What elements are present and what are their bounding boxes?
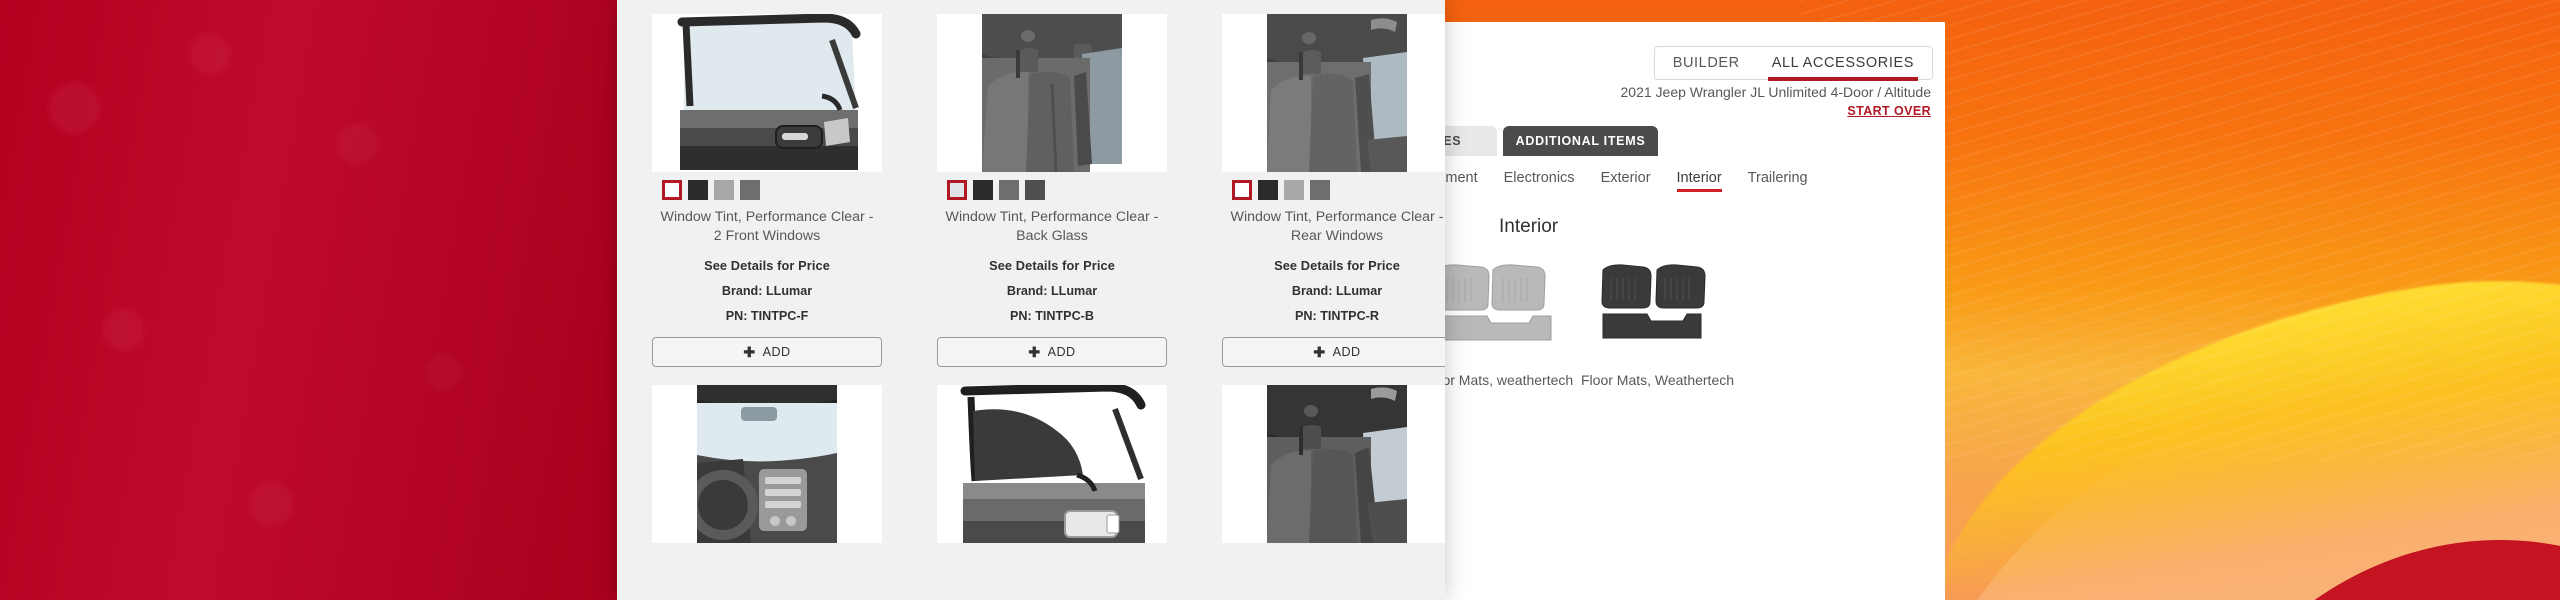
category-interior[interactable]: Interior — [1676, 170, 1722, 192]
plus-icon: ✚ — [743, 343, 756, 360]
plus-icon: ✚ — [1028, 343, 1041, 360]
product-card[interactable]: ✚ ADD — [639, 385, 895, 600]
builder-segment-row: ACCESSORIES ADDITIONAL ITEMS — [1445, 120, 1945, 164]
mat-card-dark-label: Floor Mats, Weathertech — [1581, 372, 1735, 388]
category-exterior-label: Exterior — [1600, 170, 1651, 186]
product-card[interactable]: ✚ ADD — [924, 385, 1180, 600]
color-swatches[interactable] — [1222, 180, 1445, 200]
product-card[interactable]: Window Tint, Performance Clear - Back Gl… — [924, 14, 1180, 368]
category-interior-label: Interior — [1676, 170, 1722, 186]
mat-card-light[interactable]: Floor Mats, weathertech — [1445, 254, 1574, 388]
mat-card-light-label: Floor Mats, weathertech — [1445, 372, 1574, 388]
product-price: See Details for Price — [989, 258, 1115, 274]
swatch-dark[interactable] — [1258, 180, 1278, 200]
rear-seat-back-glass-photo — [937, 14, 1167, 172]
front-door-window-photo — [652, 14, 882, 172]
swatch-medium-gray[interactable] — [740, 180, 760, 200]
swatch-charcoal[interactable] — [1025, 180, 1045, 200]
category-management[interactable]: Management — [1445, 170, 1478, 191]
vehicle-description: 2021 Jeep Wrangler JL Unlimited 4-Door /… — [1620, 84, 1932, 100]
product-card[interactable]: Window Tint, Performance Clear - Rear Wi… — [1209, 14, 1445, 368]
category-electronics[interactable]: Electronics — [1504, 170, 1575, 191]
segment-additional-items[interactable]: ADDITIONAL ITEMS — [1503, 126, 1658, 156]
category-management-label: Management — [1445, 170, 1478, 186]
tab-builder[interactable]: BUILDER — [1657, 47, 1756, 79]
add-button[interactable]: ✚ ADD — [937, 337, 1167, 368]
swatch-light-gray[interactable] — [714, 180, 734, 200]
product-brand: Brand: LLumar — [1006, 284, 1098, 299]
product-brand: Brand: LLumar — [721, 284, 813, 299]
swatch-selected[interactable] — [662, 180, 682, 200]
plus-icon: ✚ — [1313, 343, 1326, 360]
product-title: Window Tint, Performance Clear - Rear Wi… — [1230, 209, 1444, 244]
product-part-number: PN: TINTPC-R — [1295, 309, 1379, 324]
mat-card-dark[interactable]: Floor Mats, Weathertech — [1581, 254, 1735, 388]
tinted-front-window-photo — [937, 385, 1167, 544]
tab-builder-label: BUILDER — [1672, 55, 1740, 71]
product-card[interactable]: Window Tint, Performance Clear - 2 Front… — [639, 14, 895, 368]
swatch-dark[interactable] — [973, 180, 993, 200]
add-button-label: ADD — [1332, 345, 1361, 360]
section-title-interior: Interior — [1499, 216, 1559, 237]
category-trailering-label: Trailering — [1747, 170, 1808, 186]
rear-cabin-windows-photo — [1222, 14, 1445, 172]
product-card[interactable]: ✚ ADD — [1209, 385, 1445, 600]
color-swatches[interactable] — [937, 180, 1167, 200]
product-part-number: PN: TINTPC-B — [1010, 309, 1094, 324]
swatch-light-gray[interactable] — [1284, 180, 1304, 200]
segment-additional-items-label: ADDITIONAL ITEMS — [1515, 134, 1646, 148]
tab-all-accessories-label: ALL ACCESSORIES — [1771, 55, 1914, 71]
swatch-medium-gray[interactable] — [999, 180, 1019, 200]
dark-cabin-interior-photo — [1222, 385, 1445, 544]
gray-floor-mats-photo — [1445, 254, 1563, 346]
product-grid: Window Tint, Performance Clear - 2 Front… — [639, 14, 1445, 600]
builder-header: BUILDER ALL ACCESSORIES 2021 Jeep Wrangl… — [1445, 22, 1945, 156]
swatch-medium-gray[interactable] — [1310, 180, 1330, 200]
start-over-link[interactable]: START OVER — [1847, 104, 1931, 118]
product-title: Window Tint, Performance Clear - 2 Front… — [660, 209, 874, 244]
site-background-red-pane — [0, 0, 617, 600]
tab-all-accessories[interactable]: ALL ACCESSORIES — [1756, 47, 1930, 81]
segment-accessories[interactable]: ACCESSORIES — [1445, 126, 1497, 156]
segment-accessories-label: ACCESSORIES — [1445, 134, 1462, 148]
add-button[interactable]: ✚ ADD — [652, 337, 882, 368]
category-nav: Management Electronics Exterior Interior… — [1445, 170, 1893, 192]
add-button-label: ADD — [1047, 345, 1076, 360]
product-part-number: PN: TINTPC-F — [725, 309, 809, 324]
category-electronics-label: Electronics — [1503, 170, 1575, 186]
accessory-builder-page: BUILDER ALL ACCESSORIES 2021 Jeep Wrangl… — [1445, 22, 1945, 600]
product-brand: Brand: LLumar — [1291, 284, 1383, 299]
swatch-selected[interactable] — [947, 180, 967, 200]
accessory-results-overlay: Window Tint, Performance Clear - 2 Front… — [617, 0, 1445, 600]
black-floor-mats-photo — [1581, 254, 1721, 346]
product-price: See Details for Price — [1274, 258, 1400, 274]
builder-mode-tabs[interactable]: BUILDER ALL ACCESSORIES — [1653, 46, 1933, 81]
interior-product-grid: Floor Mats, weathertech Floor M — [1445, 254, 1735, 388]
swatch-dark[interactable] — [688, 180, 708, 200]
add-button-label: ADD — [762, 345, 791, 360]
windshield-interior-photo — [652, 385, 882, 544]
swatch-selected[interactable] — [1232, 180, 1252, 200]
product-title: Window Tint, Performance Clear - Back Gl… — [945, 209, 1159, 244]
color-swatches[interactable] — [652, 180, 882, 200]
product-price: See Details for Price — [704, 258, 830, 274]
add-button[interactable]: ✚ ADD — [1222, 337, 1445, 368]
category-exterior[interactable]: Exterior — [1601, 170, 1651, 191]
category-trailering[interactable]: Trailering — [1748, 170, 1808, 191]
